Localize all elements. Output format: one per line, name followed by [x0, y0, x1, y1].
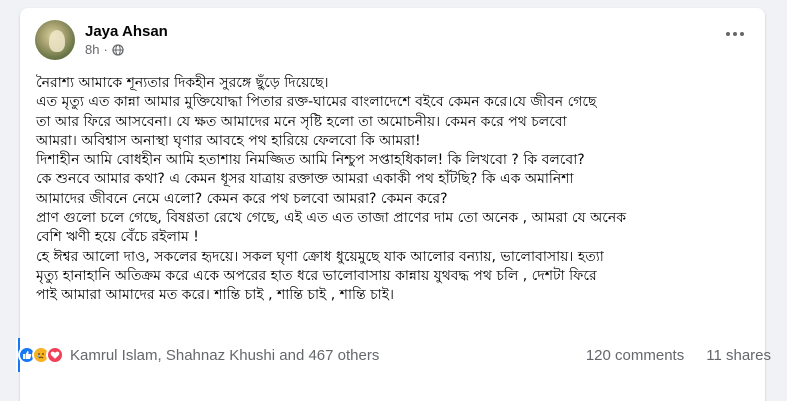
author-name[interactable]: Jaya Ahsan: [85, 22, 168, 42]
avatar[interactable]: [35, 20, 75, 60]
post-body: নৈরাশ্য আমাকে শূন্যতার দিকহীন সুরঙ্গে ছু…: [36, 74, 751, 306]
globe-icon[interactable]: [112, 44, 124, 56]
post-line: পাই আমারা আমাদের মত করে। শান্তি চাই , শা…: [36, 287, 395, 304]
post-meta: Jaya Ahsan 8h ·: [85, 22, 168, 58]
post-line: তা আর ফিরে আসবেনা। যে ক্ষত আমাদের মনে সৃ…: [36, 113, 567, 130]
post-line: মৃত্যু হানাহানি অতিক্রম করে একে অপরের হা…: [36, 267, 597, 284]
post-line: আমরা। অবিশ্বাস অনাস্থা ঘৃণার আবহে পথ হার…: [36, 132, 421, 149]
more-options-icon[interactable]: [717, 16, 753, 52]
post-line: আমাদের জীবনে নেমে এলো? কেমন করে পথ চলবো …: [36, 190, 448, 207]
reactors-summary[interactable]: Kamrul Islam, Shahnaz Khushi and 467 oth…: [70, 347, 379, 364]
engagement-stats: 120 comments 11 shares: [586, 347, 771, 364]
post-line: এত মৃত্যু এত কান্না আমার মুক্তিযোদ্ধা পি…: [36, 94, 597, 111]
post-line: কে শুনবে আমার কথা? এ কেমন ধূসর যাত্রায় …: [36, 171, 574, 188]
post-line: প্রাণ গুলো চলে গেছে, বিষণ্ণতা রেখে গেছে,…: [36, 210, 626, 227]
post-line: দিশাহীন আমি বোধহীন আমি হতাশায় নিমজ্জিত …: [36, 152, 585, 169]
comments-count[interactable]: 120 comments: [586, 347, 684, 364]
post-line: বেশি ঋণী হয়ে বেঁচে রইলাম !: [36, 229, 199, 246]
post-line: হে ঈশ্বর আলো দাও, সকলের হৃদয়ে। সকল ঘৃণা…: [36, 248, 604, 265]
post-line: নৈরাশ্য আমাকে শূন্যতার দিকহীন সুরঙ্গে ছু…: [36, 75, 329, 91]
post-footer: Kamrul Islam, Shahnaz Khushi and 467 oth…: [16, 338, 771, 372]
love-icon: [46, 346, 64, 364]
separator-dot: ·: [103, 42, 108, 57]
shares-count[interactable]: 11 shares: [706, 347, 771, 364]
post-header: Jaya Ahsan 8h ·: [35, 20, 753, 66]
post-time[interactable]: 8h: [85, 42, 99, 58]
reaction-icons[interactable]: [18, 346, 64, 364]
post-time-row: 8h ·: [85, 42, 168, 58]
